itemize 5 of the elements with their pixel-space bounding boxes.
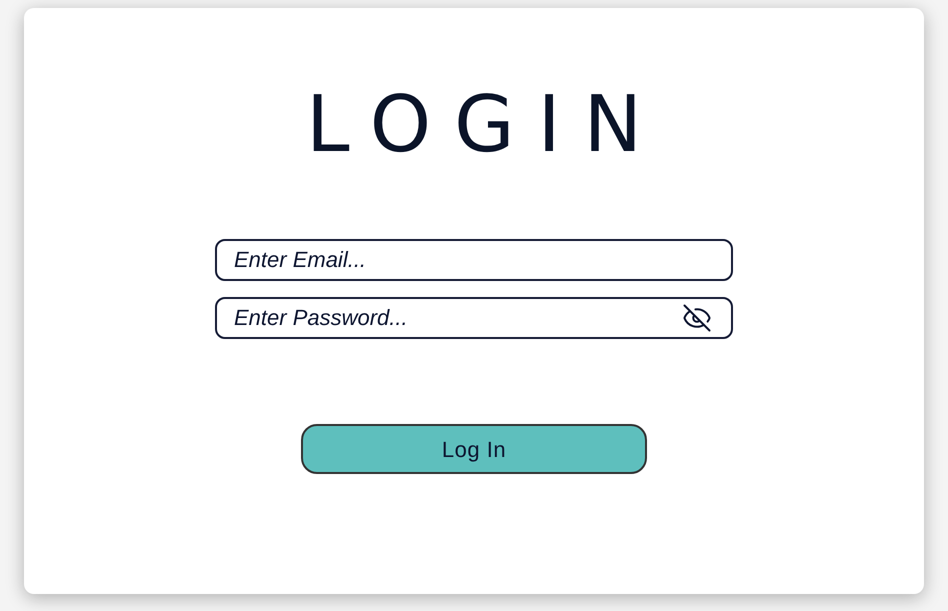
login-title: LOGIN	[305, 79, 665, 172]
login-button[interactable]: Log In	[301, 424, 647, 474]
password-field[interactable]: Enter Password...	[215, 297, 733, 339]
eye-off-icon[interactable]	[681, 303, 713, 333]
email-field[interactable]: Enter Email...	[215, 239, 733, 281]
